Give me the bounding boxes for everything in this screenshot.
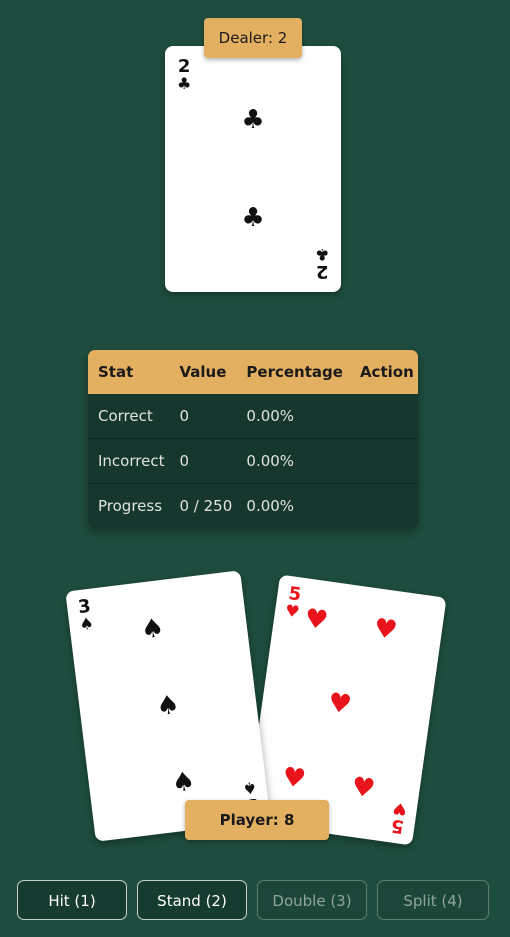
stand-button[interactable]: Stand (2)	[137, 880, 247, 920]
value-column-header: Value	[169, 350, 237, 394]
table-row: Incorrect 0 0.00%	[88, 438, 418, 484]
table-row: Progress 0 / 250 0.00%	[88, 483, 418, 528]
club-icon: ♣	[241, 105, 265, 135]
action-cell	[349, 438, 418, 484]
dealer-card-bottom-corner: 2 ♣	[314, 245, 329, 282]
percentage-cell: 0.00%	[236, 438, 350, 484]
dealer-card: 2 ♣ ♣ ♣ 2 ♣	[165, 46, 341, 292]
heart-icon: ♥	[280, 761, 308, 795]
stats-header-row: Stat Value Percentage Action	[88, 350, 418, 394]
spade-icon: ♠	[78, 613, 95, 635]
double-button[interactable]: Double (3)	[257, 880, 367, 920]
table-row: Correct 0 0.00%	[88, 394, 418, 439]
spade-icon: ♠	[139, 613, 166, 646]
stat-cell: Incorrect	[88, 438, 170, 484]
value-cell: 0 / 250	[169, 483, 237, 528]
player-card-top-corner: 3 ♠	[76, 596, 95, 635]
percentage-column-header: Percentage	[236, 350, 350, 394]
dealer-card-top-corner: 2 ♣	[177, 58, 191, 92]
spade-icon: ♠	[154, 689, 182, 723]
player-card-top-corner: 5 ♥	[283, 583, 303, 622]
value-cell: 0	[179, 407, 190, 425]
stat-column-header: Stat	[88, 350, 170, 394]
club-icon: ♣	[314, 245, 329, 264]
hit-button[interactable]: Hit (1)	[17, 880, 127, 920]
action-cell	[350, 394, 418, 439]
spade-icon: ♠	[241, 777, 258, 799]
stats-table: Stat Value Percentage Action Correct 0 0…	[88, 350, 418, 528]
player-total-label: Player: 8	[185, 800, 329, 840]
heart-icon: ♥	[349, 771, 377, 805]
percentage-cell: 0.00%	[236, 483, 350, 528]
club-icon: ♣	[177, 74, 192, 93]
stat-cell: Progress	[88, 483, 170, 528]
heart-icon: ♥	[391, 798, 409, 820]
spade-icon: ♠	[170, 766, 197, 799]
heart-icon: ♥	[302, 603, 330, 637]
club-icon: ♣	[241, 203, 265, 233]
player-card-bottom-corner: 5 ♥	[389, 798, 409, 838]
split-button[interactable]: Split (4)	[377, 880, 489, 920]
stat-cell: Correct	[98, 407, 153, 425]
heart-icon: ♥	[326, 687, 354, 721]
dealer-total-label: Dealer: 2	[204, 18, 302, 58]
heart-icon: ♥	[283, 600, 301, 622]
action-cell	[349, 483, 418, 528]
heart-icon: ♥	[371, 613, 400, 647]
action-column-header: Action	[349, 350, 418, 394]
value-cell: 0	[169, 438, 237, 484]
percentage-cell: 0.00%	[246, 407, 295, 425]
dealer-card-rank: 2	[315, 261, 329, 282]
